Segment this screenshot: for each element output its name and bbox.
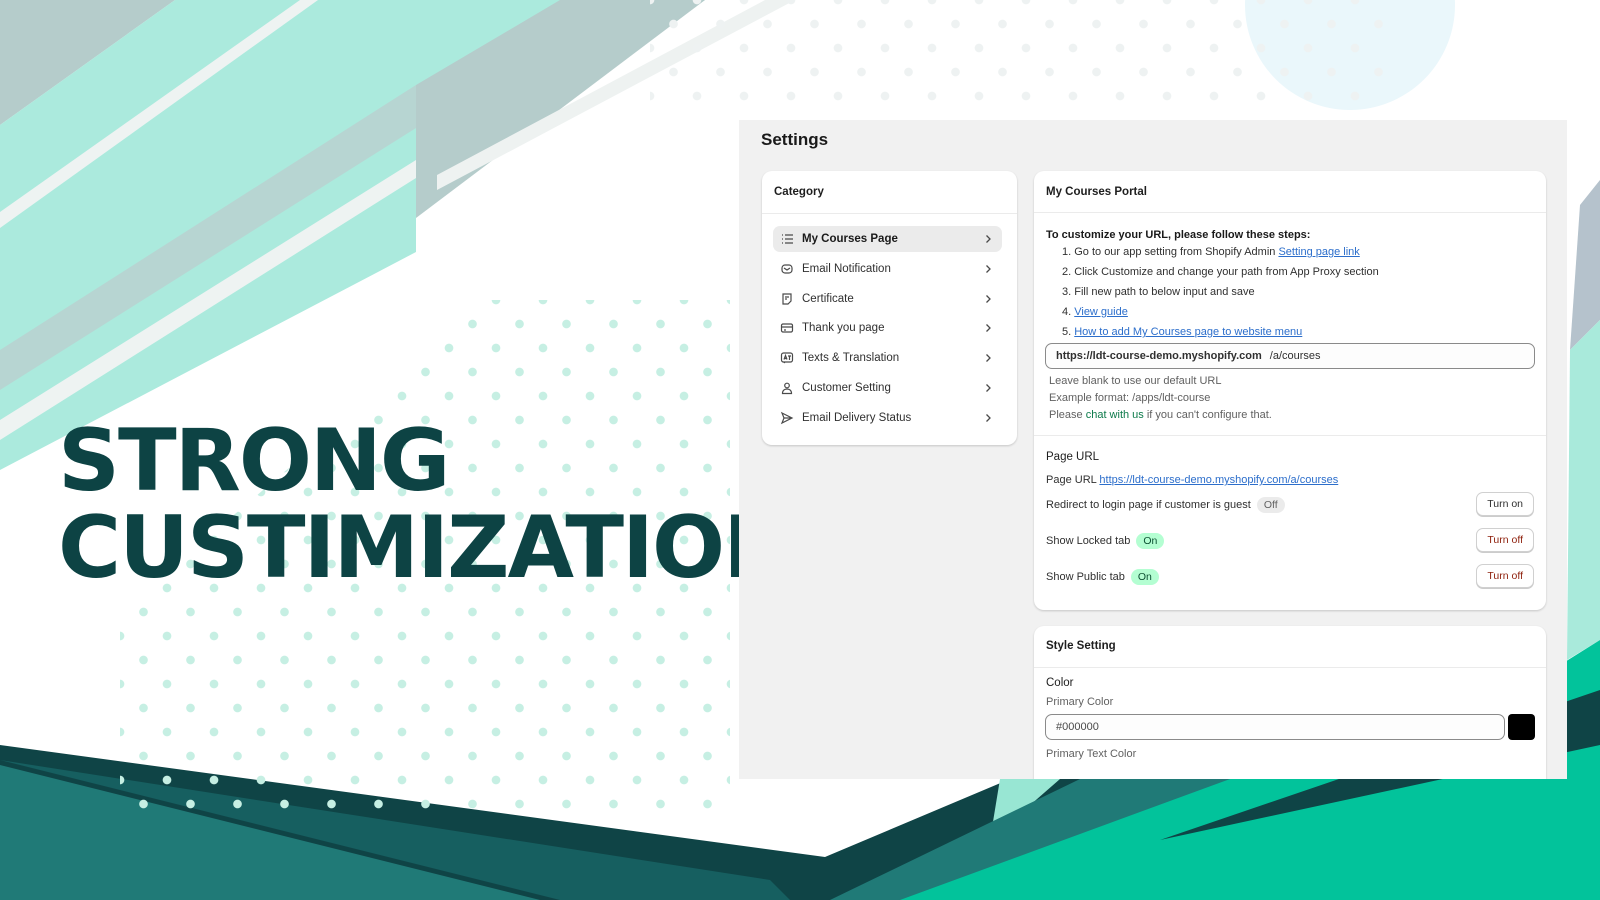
category-item-label: My Courses Page — [802, 233, 898, 245]
style-setting-card: Style Setting Color Primary Color #00000… — [1034, 626, 1546, 779]
style-setting-title: Style Setting — [1046, 640, 1116, 652]
view-guide-link[interactable]: View guide — [1074, 306, 1128, 318]
toggle-button[interactable]: Turn off — [1476, 564, 1534, 588]
category-item[interactable]: Email Delivery Status — [773, 405, 1002, 431]
dot-pattern — [650, 0, 1390, 112]
note-icon — [782, 292, 792, 305]
color-section-title: Color — [1046, 677, 1074, 689]
person-icon — [781, 382, 793, 395]
help-text: Leave blank to use our default URL — [1049, 375, 1222, 387]
category-item[interactable]: Texts & Translation — [773, 345, 1002, 371]
category-item-label: Customer Setting — [802, 382, 891, 394]
step-5: 5. How to add My Courses page to website… — [1062, 326, 1302, 338]
toggle-button[interactable]: Turn on — [1476, 492, 1534, 516]
chevron-right-icon — [986, 294, 991, 303]
page-url-title: Page URL — [1046, 451, 1100, 463]
url-prefix: https://ldt-course-demo.myshopify.com — [1056, 350, 1262, 362]
steps-intro: To customize your URL, please follow the… — [1046, 229, 1311, 241]
list-icon — [782, 234, 793, 244]
toggle-row: Show Public tab On — [1046, 569, 1159, 585]
page-url-link[interactable]: https://ldt-course-demo.myshopify.com/a/… — [1099, 474, 1338, 486]
step-text: 1. Go to our app setting from Shopify Ad… — [1062, 246, 1279, 258]
divider — [1034, 435, 1546, 436]
divider — [1034, 667, 1546, 668]
divider — [762, 213, 1017, 214]
page-url-row: Page URL https://ldt-course-demo.myshopi… — [1046, 474, 1338, 486]
primary-color-input[interactable]: #000000 — [1045, 714, 1505, 740]
category-item-label: Certificate — [802, 292, 854, 305]
page-title: Settings — [761, 130, 829, 149]
card-icon — [780, 323, 794, 333]
category-item-label: Email Delivery Status — [802, 411, 912, 424]
help-text: Example format: /apps/ldt-course — [1049, 392, 1211, 404]
chevron-right-icon — [986, 413, 991, 422]
category-item[interactable]: Email Notification — [773, 256, 1002, 282]
chevron-right-icon — [986, 384, 991, 392]
primary-text-color-label: Primary Text Color — [1046, 748, 1137, 760]
portal-title: My Courses Portal — [1046, 186, 1147, 198]
step-1: 1. Go to our app setting from Shopify Ad… — [1062, 246, 1360, 258]
step-text: 4. — [1062, 306, 1075, 318]
primary-color-label: Primary Color — [1046, 696, 1114, 708]
toggle-row: Show Locked tab On — [1046, 533, 1165, 549]
my-courses-portal-card: My Courses Portal To customize your URL,… — [1034, 171, 1546, 610]
category-item-label: Thank you page — [802, 322, 885, 335]
step-text: 5. — [1062, 326, 1075, 338]
mail-icon — [781, 264, 793, 274]
help-text: Please chat with us if you can't configu… — [1049, 409, 1272, 421]
step-4: 4. View guide — [1062, 306, 1128, 318]
help-text-part: if you can't configure that. — [1143, 409, 1272, 421]
chevron-right-icon — [986, 264, 991, 273]
settings-panel: Settings Category My Courses Page Email N… — [739, 120, 1567, 779]
toggle-label: Show Public tab — [1046, 571, 1125, 583]
status-badge: Off — [1256, 497, 1285, 513]
primary-color-swatch[interactable] — [1508, 714, 1535, 740]
category-item-label: Texts & Translation — [802, 352, 900, 365]
url-path-input[interactable]: https://ldt-course-demo.myshopify.com /a… — [1045, 343, 1535, 369]
add-menu-guide-link[interactable]: How to add My Courses page to website me… — [1074, 326, 1302, 338]
hero-title-line2: CUSTIMIZATION — [58, 498, 795, 598]
toggle-row: Redirect to login page if customer is gu… — [1046, 497, 1285, 513]
setting-page-link[interactable]: Setting page link — [1278, 246, 1359, 258]
category-item[interactable]: Customer Setting — [773, 375, 1002, 401]
status-badge: On — [1130, 569, 1159, 585]
chevron-right-icon — [986, 324, 991, 333]
step-3: 3. Fill new path to below input and save — [1062, 286, 1255, 298]
hero-title-line1: STRONG — [58, 411, 450, 511]
category-item[interactable]: My Courses Page — [773, 226, 1002, 252]
chevron-right-icon — [986, 354, 991, 363]
help-text-part: Please — [1049, 409, 1086, 421]
category-card: Category My Courses Page Email Notificati… — [762, 171, 1017, 445]
category-title: Category — [774, 186, 824, 198]
chat-with-us-link[interactable]: chat with us — [1086, 409, 1144, 421]
toggle-label: Redirect to login page if customer is gu… — [1046, 499, 1251, 511]
chevron-right-icon — [986, 235, 991, 243]
status-badge: On — [1136, 533, 1165, 549]
send-icon — [780, 411, 794, 425]
category-item[interactable]: Thank you page — [773, 315, 1002, 341]
step-2: 2. Click Customize and change your path … — [1062, 266, 1379, 278]
divider — [1034, 212, 1546, 213]
url-path-value: /a/courses — [1269, 350, 1321, 362]
category-item[interactable]: Certificate — [773, 286, 1002, 312]
category-item-label: Email Notification — [802, 262, 891, 275]
page-url-label: Page URL — [1046, 474, 1100, 486]
toggle-label: Show Locked tab — [1046, 535, 1131, 547]
translate-icon — [780, 352, 794, 364]
toggle-button[interactable]: Turn off — [1476, 528, 1534, 552]
